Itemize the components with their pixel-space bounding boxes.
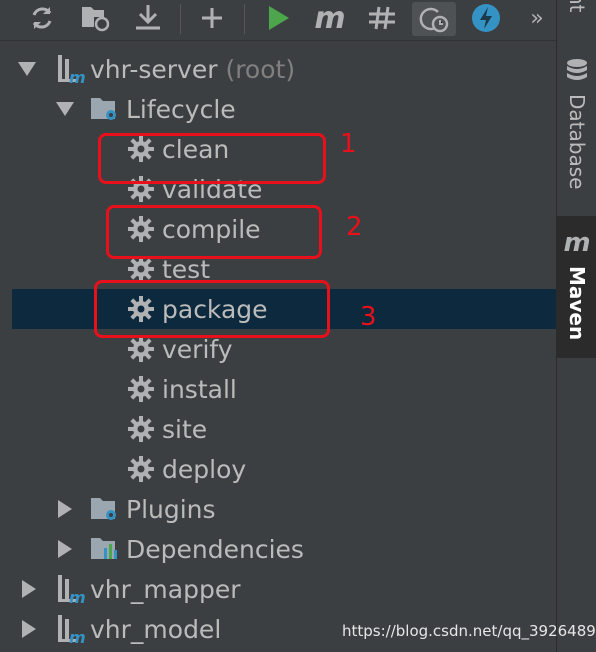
root-suffix: (root) bbox=[225, 54, 296, 84]
tool-tab-maven[interactable]: m Maven bbox=[557, 216, 596, 358]
module-name: vhr_model bbox=[90, 614, 222, 644]
collapsed-arrow-icon[interactable] bbox=[18, 578, 40, 600]
download-icon[interactable] bbox=[128, 0, 168, 36]
maven-toolbar: m » bbox=[0, 0, 556, 41]
reload-icon[interactable] bbox=[22, 0, 62, 36]
right-tool-strip: nt Database m Maven bbox=[556, 0, 596, 652]
tree-row-dependencies[interactable]: Dependencies bbox=[0, 529, 556, 569]
root-project-name: vhr-server bbox=[90, 54, 218, 84]
tool-tab-database[interactable]: Database bbox=[557, 58, 596, 189]
annotation-number-3: 3 bbox=[360, 302, 377, 332]
dependencies-label: Dependencies bbox=[126, 534, 304, 564]
module-name: vhr_mapper bbox=[90, 574, 241, 604]
maven-module-icon: m bbox=[56, 614, 86, 644]
gear-icon bbox=[128, 336, 154, 362]
plus-icon[interactable] bbox=[192, 0, 232, 36]
lifecycle-label: Lifecycle bbox=[126, 94, 236, 124]
svg-text:m: m bbox=[69, 628, 86, 644]
tree-row-goal[interactable]: site bbox=[0, 409, 556, 449]
database-icon bbox=[565, 58, 589, 88]
tab-label: Database bbox=[565, 94, 589, 190]
dependencies-folder-icon bbox=[90, 534, 122, 564]
lifecycle-folder-icon bbox=[90, 94, 122, 124]
tree-row-plugins[interactable]: Plugins bbox=[0, 489, 556, 529]
skip-tests-icon[interactable] bbox=[362, 0, 402, 36]
maven-icon: m bbox=[563, 228, 591, 258]
goal-label: install bbox=[162, 374, 237, 404]
collapsed-arrow-icon[interactable] bbox=[54, 538, 76, 560]
offline-mode-icon[interactable] bbox=[412, 2, 456, 36]
maven-module-icon: m bbox=[56, 574, 86, 604]
tree-row-module[interactable]: m vhr_mapper bbox=[0, 569, 556, 609]
annotation-number-1: 1 bbox=[340, 129, 357, 159]
tree-row-root[interactable]: m vhr-server (root) bbox=[0, 49, 556, 89]
watermark: https://blog.csdn.net/qq_39264897 bbox=[342, 622, 596, 640]
maven-goal-icon[interactable]: m bbox=[310, 0, 350, 36]
tab-label: Maven bbox=[565, 266, 589, 341]
gear-icon bbox=[128, 456, 154, 482]
collapsed-arrow-icon[interactable] bbox=[18, 618, 40, 640]
toolbar-separator bbox=[244, 4, 245, 34]
plugins-folder-icon bbox=[90, 494, 122, 524]
run-icon[interactable] bbox=[258, 0, 298, 36]
annotation-box-2 bbox=[106, 205, 322, 259]
folder-sync-icon[interactable] bbox=[76, 0, 116, 36]
svg-text:m: m bbox=[69, 588, 86, 604]
gear-icon bbox=[128, 416, 154, 442]
annotation-number-2: 2 bbox=[346, 212, 363, 242]
tool-tab-fragment-label: nt bbox=[565, 0, 589, 13]
toolbar-separator bbox=[180, 4, 181, 34]
gear-icon bbox=[128, 256, 154, 282]
tree-row-lifecycle[interactable]: Lifecycle bbox=[0, 89, 556, 129]
tree-row-goal[interactable]: deploy bbox=[0, 449, 556, 489]
tree-row-goal[interactable]: install bbox=[0, 369, 556, 409]
svg-text:m: m bbox=[69, 68, 86, 84]
gear-icon bbox=[128, 376, 154, 402]
goal-label: deploy bbox=[162, 454, 247, 484]
lightning-icon[interactable] bbox=[466, 0, 506, 36]
annotation-box-1 bbox=[98, 133, 326, 184]
maven-module-icon: m bbox=[56, 54, 86, 84]
goal-label: site bbox=[162, 414, 208, 444]
tool-tab-fragment[interactable]: nt bbox=[557, 0, 596, 24]
goal-label: verify bbox=[162, 334, 233, 364]
plugins-label: Plugins bbox=[126, 494, 216, 524]
annotation-box-3 bbox=[94, 280, 330, 338]
expanded-arrow-icon[interactable] bbox=[16, 58, 38, 80]
collapsed-arrow-icon[interactable] bbox=[54, 498, 76, 520]
expanded-arrow-icon[interactable] bbox=[54, 98, 76, 120]
maven-projects-tree: m vhr-server (root) Lifecycle clean vali… bbox=[0, 40, 556, 652]
more-actions-button[interactable]: » bbox=[522, 0, 552, 36]
